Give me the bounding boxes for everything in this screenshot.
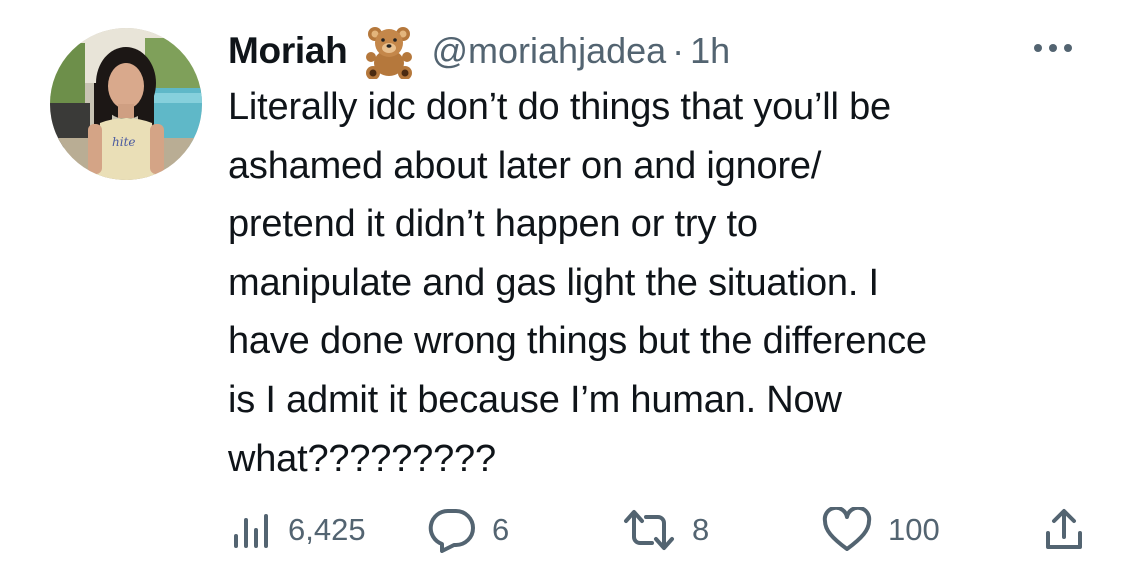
heart-icon [822, 507, 872, 551]
retweet-action[interactable]: 8 [622, 505, 709, 555]
tweet-card[interactable]: hite Moriah @moriahjadea · 1h Literally … [0, 0, 1125, 570]
like-action[interactable]: 100 [822, 505, 940, 555]
reply-icon [428, 508, 475, 553]
analytics-icon [234, 514, 268, 548]
author-name[interactable]: Moriah [228, 30, 348, 72]
like-count: 100 [888, 512, 940, 547]
retweet-icon [624, 510, 674, 550]
more-options-icon[interactable] [1030, 38, 1076, 58]
reply-action[interactable]: 6 [428, 505, 509, 555]
views-action[interactable]: 6,425 [228, 505, 366, 555]
reply-count: 6 [492, 512, 510, 547]
avatar[interactable]: hite [50, 28, 202, 180]
teddy-bear-icon [361, 23, 417, 80]
share-icon [1046, 509, 1082, 549]
retweet-count: 8 [692, 512, 710, 547]
separator-dot: · [672, 30, 685, 71]
tweet-header: Moriah @moriahjadea · 1h [228, 23, 730, 80]
author-handle[interactable]: @moriahjadea [431, 30, 666, 72]
timestamp[interactable]: 1h [690, 30, 730, 72]
views-count: 6,425 [288, 512, 366, 547]
action-bar: 6,425 6 8 100 [0, 505, 1125, 555]
share-action[interactable] [1044, 505, 1084, 555]
tweet-text: Literally idc don’t do things that you’l… [228, 86, 927, 480]
svg-text:hite: hite [112, 135, 136, 149]
